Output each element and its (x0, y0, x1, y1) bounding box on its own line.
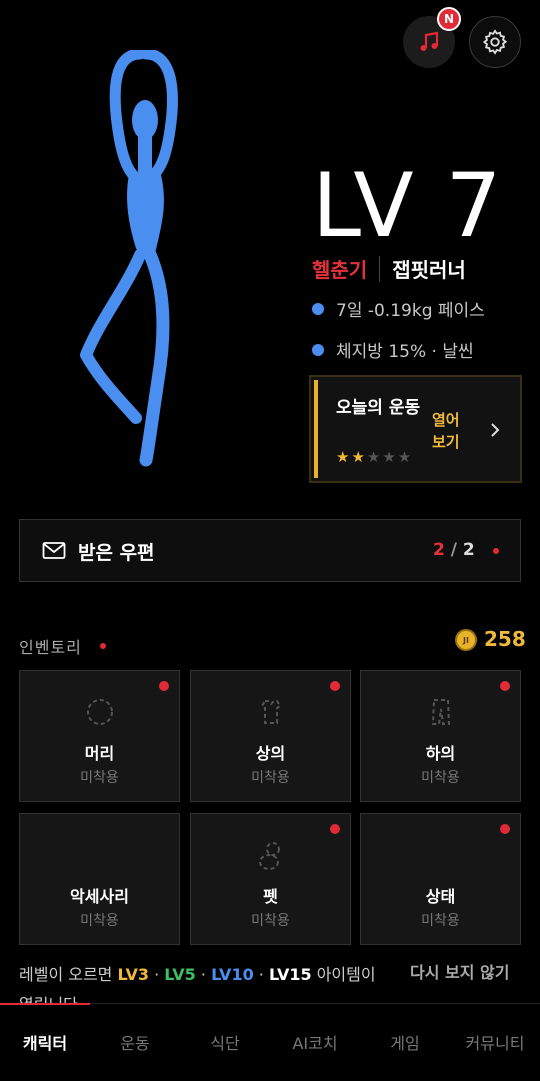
workout-title: 오늘의 운동 (336, 398, 421, 418)
inventory-title: 인벤토리 (19, 638, 82, 657)
slot-new-dot (159, 681, 169, 691)
new-badge: N (437, 7, 461, 31)
stat-dot (312, 343, 324, 356)
notice-separator: · (149, 965, 165, 984)
stat-text: 체지방 15% · 날씬 (336, 342, 474, 362)
stat-text: 7일 -0.19kg 페이스 (336, 301, 485, 321)
notice-lv5: LV5 (164, 965, 196, 984)
slot-new-dot (500, 681, 510, 691)
slot-name: 머리 (84, 744, 115, 763)
nav-active-indicator (0, 1003, 90, 1005)
notice-lv3: LV3 (117, 965, 150, 984)
tab-workout[interactable]: 운동 (90, 1030, 180, 1054)
inventory-new-dot (100, 643, 106, 649)
primary-title: 헬춘기 (312, 258, 368, 282)
mailbox-button[interactable]: 받은 우편 2 / 2 (19, 519, 521, 582)
title-divider (379, 255, 381, 282)
stat-dot (312, 302, 324, 315)
notice-lv15: LV15 (268, 965, 312, 984)
shirt-outline-icon (260, 700, 281, 724)
slot-bottom[interactable]: 하의 미착용 (360, 670, 521, 802)
dont-show-again-button[interactable]: 다시 보지 않기 (410, 960, 509, 986)
mailbox-label: 받은 우편 (78, 542, 155, 564)
tab-ai-coach[interactable]: AI코치 (270, 1030, 360, 1054)
slot-status[interactable]: 상태 미착용 (360, 813, 521, 945)
slot-state: 미착용 (80, 913, 119, 929)
chevron-right-icon (491, 423, 500, 437)
pants-outline-icon (431, 699, 450, 725)
stat-weight-pace: 7일 -0.19kg 페이스 (312, 296, 485, 321)
secondary-title: 잽핏러너 (392, 258, 466, 282)
bottom-nav: 캐릭터 운동 식단 AI코치 게임 커뮤니티 (0, 1003, 540, 1081)
slot-top[interactable]: 상의 미착용 (190, 670, 351, 802)
slot-name: 상태 (425, 887, 456, 906)
notice-lv10: LV10 (211, 965, 254, 984)
card-accent-bar (314, 380, 318, 478)
tab-diet[interactable]: 식단 (180, 1030, 270, 1054)
open-workout-label[interactable]: 열어 보기 (432, 409, 468, 453)
slot-new-dot (330, 824, 340, 834)
pet-outline-icon (258, 842, 280, 870)
mail-new-dot (493, 548, 499, 554)
title-row: 헬춘기 잽핏러너 (312, 254, 466, 283)
music-note-icon (420, 31, 439, 51)
slot-name: 악세사리 (70, 887, 129, 906)
tab-game[interactable]: 게임 (360, 1030, 450, 1054)
workout-rating: ★★★★★ (336, 448, 413, 466)
slot-head[interactable]: 머리 미착용 (19, 670, 180, 802)
slot-new-dot (330, 681, 340, 691)
slot-name: 상의 (255, 744, 286, 763)
mail-count-separator: / (450, 540, 457, 560)
slot-new-dot (500, 824, 510, 834)
slot-pet[interactable]: 펫 미착용 (190, 813, 351, 945)
coin-balance: 258 (484, 627, 526, 651)
slot-state: 미착용 (251, 770, 290, 786)
gear-icon (482, 29, 508, 55)
head-outline-icon (86, 699, 113, 725)
rating-stars-empty: ★★★ (366, 448, 414, 466)
character-figure (80, 50, 178, 467)
slot-accessory[interactable]: 악세사리 미착용 (19, 813, 180, 945)
rating-stars-filled: ★★ (336, 448, 367, 466)
slot-name: 펫 (263, 887, 278, 906)
slot-state: 미착용 (421, 770, 460, 786)
slot-state: 미착용 (421, 913, 460, 929)
settings-button[interactable] (469, 16, 521, 68)
notice-separator: · (253, 965, 269, 984)
mail-unread-count: 2 (433, 540, 445, 560)
slot-name: 하의 (425, 744, 456, 763)
mail-count: 2 / 2 (433, 540, 475, 560)
envelope-icon (42, 542, 66, 559)
level-display: LV 7 (312, 154, 504, 257)
tab-community[interactable]: 커뮤니티 (450, 1030, 540, 1054)
today-workout-card[interactable]: 오늘의 운동 ★★★★★ 열어 보기 (309, 375, 522, 483)
mail-total-count: 2 (462, 540, 475, 560)
stat-body-fat: 체지방 15% · 날씬 (312, 337, 474, 362)
slot-state: 미착용 (80, 770, 119, 786)
coin-icon: JI (455, 629, 477, 651)
notice-separator: · (195, 965, 212, 984)
slot-state: 미착용 (251, 913, 290, 929)
notice-prefix: 레벨이 오르면 (19, 965, 118, 984)
tab-character[interactable]: 캐릭터 (0, 1030, 90, 1054)
open-label-text: 열어 보기 (432, 411, 460, 451)
